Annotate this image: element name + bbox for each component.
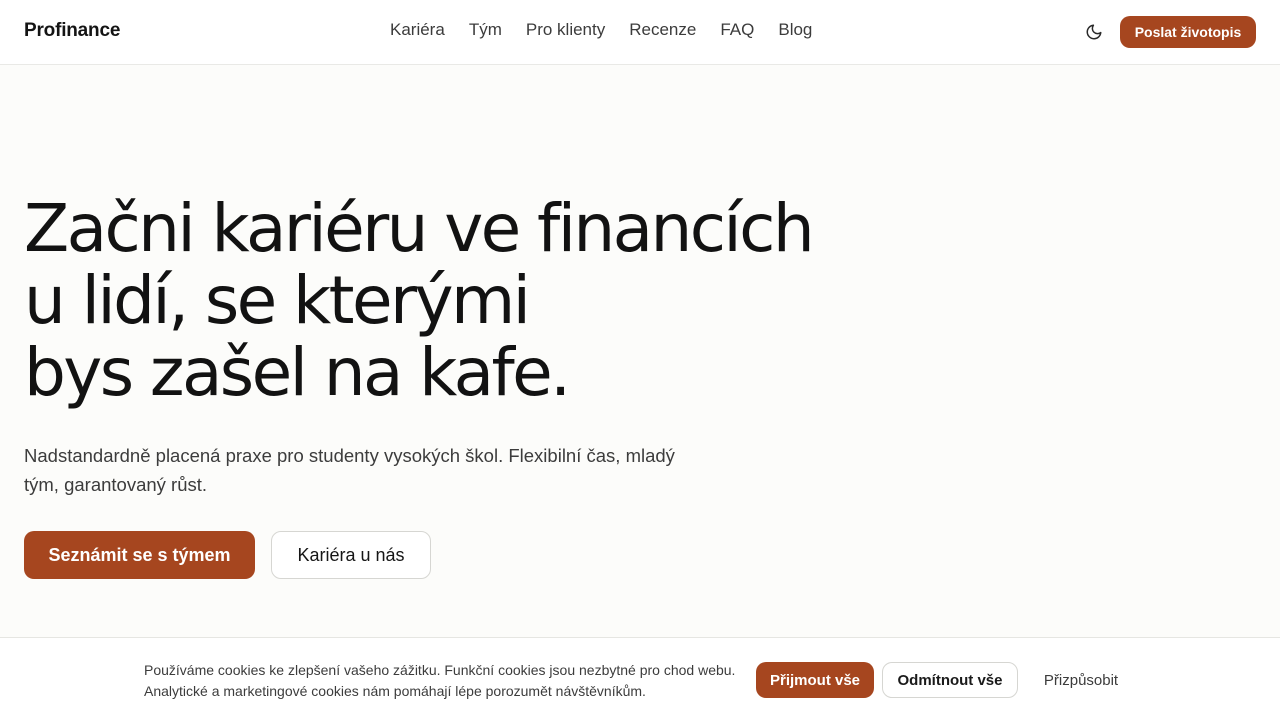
site-header: Profinance Kariéra Tým Pro klienty Recen…: [0, 0, 1280, 65]
brand-logo[interactable]: Profinance: [24, 20, 120, 42]
customize-cookies-button[interactable]: Přizpůsobit: [1030, 662, 1132, 698]
accept-all-cookies-button[interactable]: Přijmout vše: [756, 662, 874, 698]
nav-link-pro-klienty[interactable]: Pro klienty: [526, 20, 605, 40]
career-button[interactable]: Kariéra u nás: [271, 531, 431, 579]
meet-team-button[interactable]: Seznámit se s týmem: [24, 531, 255, 579]
cookie-text: Používáme cookies ke zlepšení vašeho záž…: [144, 662, 736, 699]
nav-link-faq[interactable]: FAQ: [720, 20, 754, 40]
nav-link-recenze[interactable]: Recenze: [629, 20, 696, 40]
hero-title-line: Začni kariéru ve financích: [24, 190, 815, 267]
hero-title-line: bys zašel na kafe.: [24, 334, 571, 411]
moon-icon: [1086, 24, 1102, 40]
send-cv-button[interactable]: Poslat životopis: [1120, 16, 1256, 48]
nav-link-blog[interactable]: Blog: [778, 20, 812, 40]
hero-title: Začni kariéru ve financích u lidí, se kt…: [24, 193, 924, 409]
cookie-banner: Používáme cookies ke zlepšení vašeho záž…: [0, 637, 1280, 720]
main-nav: Kariéra Tým Pro klienty Recenze FAQ Blog: [390, 20, 812, 40]
reject-all-cookies-button[interactable]: Odmítnout vše: [882, 662, 1018, 698]
hero-subtitle: Nadstandardně placená praxe pro studenty…: [24, 445, 675, 495]
hero-title-line: u lidí, se kterými: [24, 262, 531, 339]
nav-link-tym[interactable]: Tým: [469, 20, 502, 40]
theme-toggle-button[interactable]: [1082, 20, 1106, 44]
nav-link-kariera[interactable]: Kariéra: [390, 20, 445, 40]
